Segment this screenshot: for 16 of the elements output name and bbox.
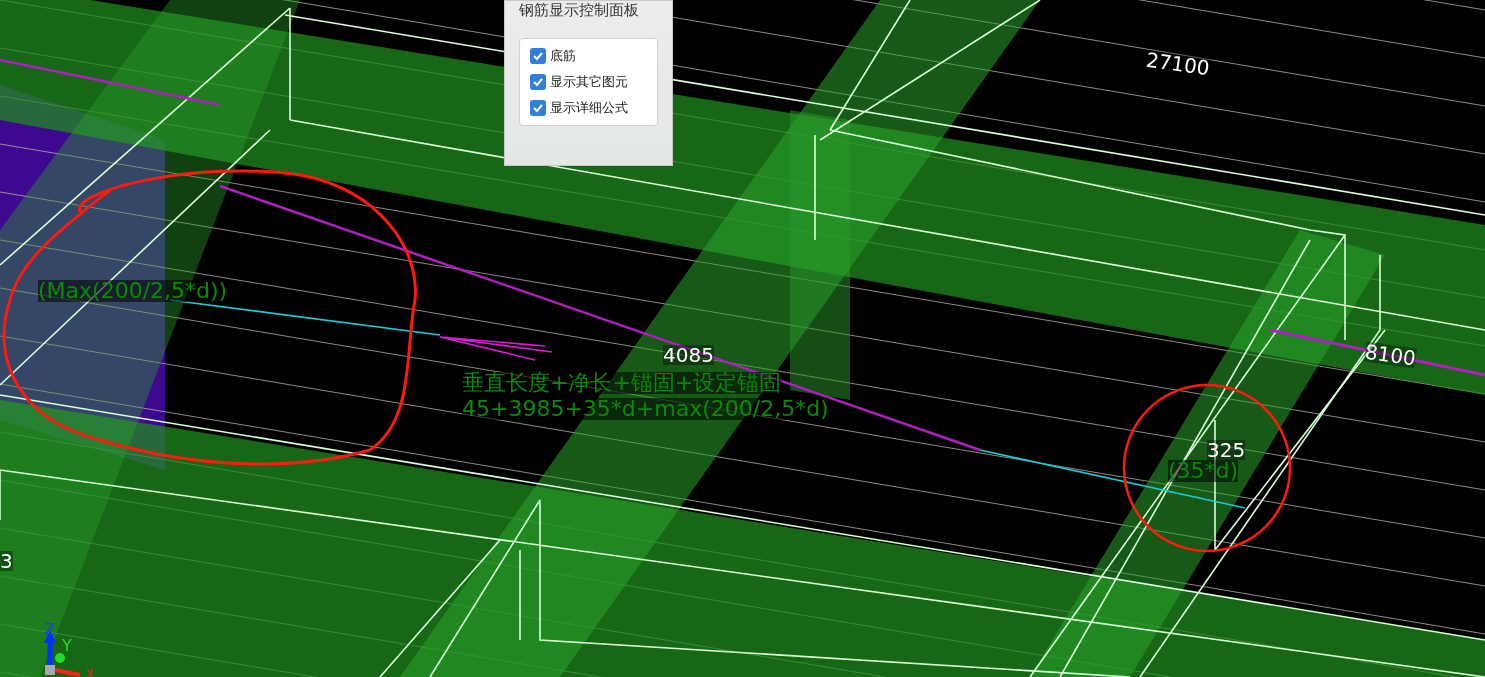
dimension-label: 4085 (663, 345, 714, 365)
checkbox-label[interactable]: 显示其它图元 (550, 73, 628, 91)
axis-label: Y (62, 638, 72, 654)
checkbox[interactable] (530, 74, 546, 90)
checkbox[interactable] (530, 100, 546, 116)
panel-title: 钢筋显示控制面板 (519, 1, 640, 20)
checkbox-label[interactable]: 底筋 (550, 47, 576, 65)
dimension-label: 3 (0, 551, 13, 571)
axis-label: Z (44, 622, 55, 638)
formula-label: 45+3985+35*d+max(200/2,5*d) (462, 398, 829, 420)
formula-label: 垂直长度+净长+锚固+设定锚固 (462, 372, 782, 394)
dimension-label: 325 (1207, 440, 1246, 460)
arrow-icon (439, 336, 553, 361)
dimension-label: 8100 (1363, 341, 1418, 369)
checkbox[interactable] (530, 48, 546, 64)
checkbox-label[interactable]: 显示详细公式 (550, 99, 628, 117)
